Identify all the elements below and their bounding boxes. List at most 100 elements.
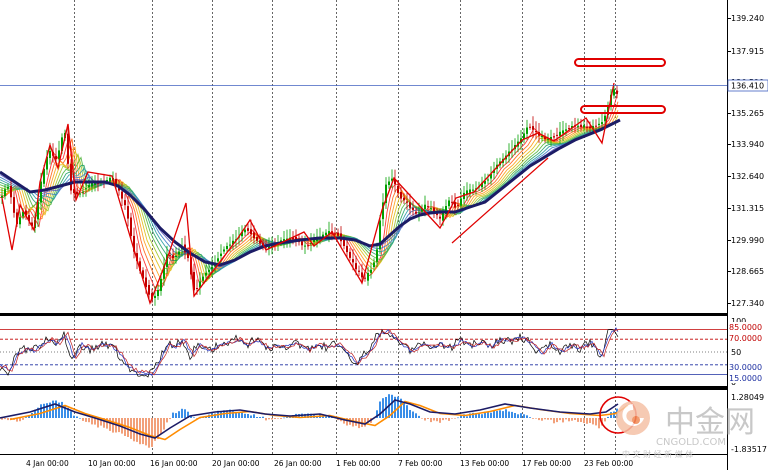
macd-histogram-bar (610, 412, 612, 418)
macd-axis-label: 1.28049 (731, 393, 764, 402)
candle-body (7, 186, 9, 189)
macd-axis-label: -1.83517 (731, 445, 767, 454)
candle-body (250, 229, 252, 235)
macd-histogram-bar (553, 418, 555, 424)
macd-histogram-bar (262, 416, 264, 418)
macd-histogram-bar (424, 418, 426, 421)
candle-body (460, 198, 462, 206)
macd-histogram-bar (535, 418, 537, 419)
time-tick-label: 17 Feb 00:00 (522, 459, 571, 468)
candle-body (535, 131, 537, 132)
chart-canvas[interactable]: 139.240 137.915 136.590 135.265 133.940 … (0, 0, 768, 470)
macd-histogram-bar (487, 412, 489, 418)
price-tick: 127.340 (727, 299, 764, 308)
macd-histogram-bar (259, 417, 261, 418)
macd-histogram-bar (250, 415, 252, 418)
candle-body (439, 216, 441, 219)
macd-histogram-bar (151, 418, 153, 447)
candle-body (172, 255, 174, 259)
macd-histogram-bar (613, 411, 615, 418)
candle-body (10, 185, 12, 198)
macd-histogram-bar (40, 404, 42, 418)
candle-body (205, 272, 207, 276)
macd-histogram-bar (25, 417, 27, 418)
macd-histogram-bar (457, 417, 459, 419)
candle-body (589, 126, 591, 129)
macd-histogram-bar (577, 418, 579, 422)
macd-histogram-bar (436, 418, 438, 422)
macd-histogram-bar (241, 412, 243, 418)
macd-histogram-bar (364, 418, 366, 427)
macd-histogram-bar (532, 418, 534, 419)
panel-separator[interactable] (0, 386, 727, 390)
current-price-label: 136.410 (731, 82, 764, 91)
candle-body (373, 262, 375, 268)
candle-body (370, 269, 372, 273)
macd-histogram-bar (490, 412, 492, 418)
panel-separator[interactable] (0, 313, 727, 316)
candle-body (247, 228, 249, 231)
current-price-tag: 136.410 (727, 79, 768, 92)
macd-histogram-bar (580, 418, 582, 422)
candle-body (388, 181, 390, 185)
macd-histogram-bar (145, 418, 147, 446)
macd-histogram-bar (172, 412, 174, 418)
macd-histogram-bar (550, 418, 552, 420)
macd-histogram-bar (568, 418, 570, 422)
candle-body (556, 134, 558, 136)
candle-body (121, 191, 123, 199)
macd-histogram-bar (466, 416, 468, 418)
time-tick-label: 1 Feb 00:00 (336, 459, 381, 468)
candle-body (559, 131, 561, 136)
macd-histogram-bar (256, 417, 258, 418)
candle-body (256, 237, 258, 241)
macd-histogram-bar (607, 416, 609, 418)
macd-histogram-bar (160, 418, 162, 434)
macd-histogram-bar (547, 418, 549, 420)
macd-histogram-bar (379, 401, 381, 418)
candle-body (91, 183, 93, 187)
candle-body (178, 251, 180, 255)
candle-body (403, 197, 405, 201)
macd-histogram-bar (595, 418, 597, 426)
candle-body (454, 202, 456, 208)
candle-body (49, 150, 51, 158)
macd-histogram-bar (406, 405, 408, 418)
macd-histogram-bar (283, 417, 285, 419)
candle-body (196, 288, 198, 289)
candle-body (430, 208, 432, 210)
macd-histogram-bar (448, 418, 450, 421)
macd-histogram-bar (82, 418, 84, 421)
macd-histogram-bar (193, 417, 195, 418)
price-tick-label: 132.640 (731, 172, 764, 181)
price-axis: 139.240 137.915 136.590 135.265 133.940 … (727, 14, 764, 308)
candle-body (349, 251, 351, 258)
candle-body (448, 200, 450, 207)
candle-body (580, 124, 582, 127)
time-tick-label: 10 Jan 00:00 (88, 459, 136, 468)
price-tick: 139.240 (727, 14, 764, 23)
price-tick-label: 129.990 (731, 236, 764, 245)
price-tick-label: 137.915 (731, 47, 764, 56)
candle-body (601, 122, 603, 125)
watermark-chinese: 中金网 (665, 405, 755, 440)
macd-histogram-bar (418, 415, 420, 418)
main-price-panel[interactable] (0, 0, 727, 313)
candle-body (1, 195, 3, 198)
watermark-domain: CNGOLD.COM (656, 437, 726, 448)
candle-body (226, 246, 228, 249)
time-axis: 4 Jan 00:00 10 Jan 00:00 16 Jan 00:00 20… (26, 459, 633, 468)
macd-histogram-bar (76, 416, 78, 418)
candle-body (211, 266, 213, 270)
oscillator-panel[interactable] (0, 316, 727, 386)
macd-histogram-bar (511, 411, 513, 418)
macd-histogram-bar (415, 413, 417, 418)
candle-body (604, 115, 606, 122)
macd-histogram-bar (142, 418, 144, 445)
candle-body (154, 295, 156, 298)
macd-histogram-bar (409, 410, 411, 418)
price-tick: 132.640 (727, 172, 764, 181)
candle-body (442, 212, 444, 221)
candle-body (406, 201, 408, 203)
candle-body (562, 130, 564, 134)
